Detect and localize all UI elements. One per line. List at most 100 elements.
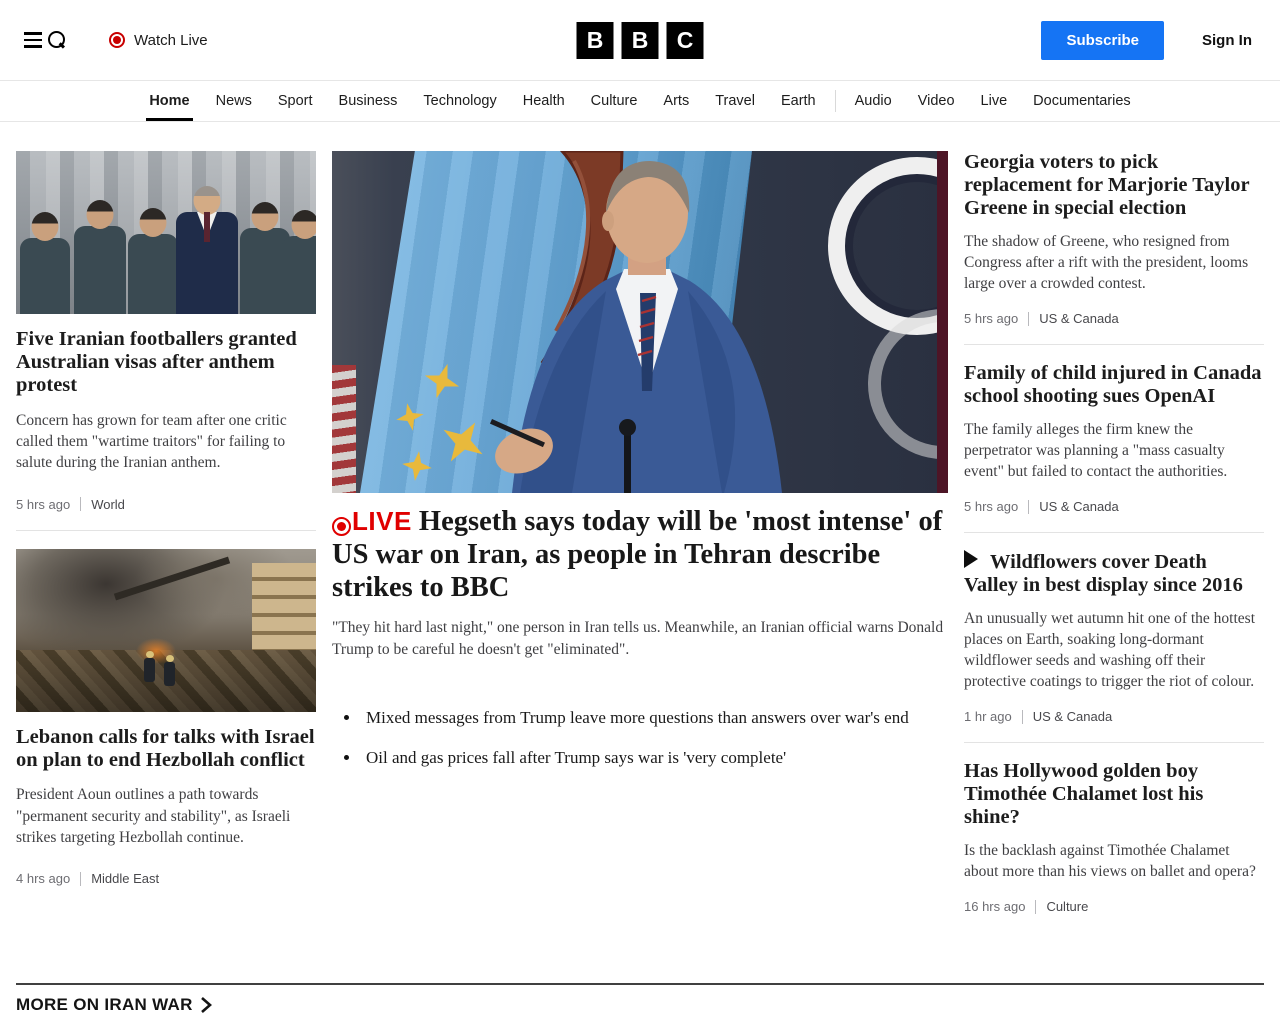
- live-headline: LIVE Hegseth says today will be 'most in…: [332, 506, 948, 604]
- nav-item-health[interactable]: Health: [510, 81, 578, 121]
- meta-divider: [1028, 312, 1029, 326]
- story-headline[interactable]: Wildflowers cover Death Valley in best d…: [964, 551, 1243, 596]
- story-card-footballers: Five Iranian footballers granted Austral…: [16, 151, 316, 512]
- nav-item-sport[interactable]: Sport: [265, 81, 326, 121]
- nav-item-business[interactable]: Business: [326, 81, 411, 121]
- live-headline-link[interactable]: Hegseth says today will be 'most intense…: [332, 506, 942, 603]
- story-card-wildflowers: Wildflowers cover Death Valley in best d…: [964, 550, 1264, 724]
- logo-block: B: [577, 22, 614, 59]
- watch-live-button[interactable]: Watch Live: [109, 32, 208, 49]
- story-summary: An unusually wet autumn hit one of the h…: [964, 608, 1264, 692]
- nav-item-documentaries[interactable]: Documentaries: [1020, 81, 1144, 121]
- search-icon: [47, 30, 67, 50]
- story-card-openai: Family of child injured in Canada school…: [964, 362, 1264, 514]
- live-icon: [332, 517, 351, 536]
- story-divider: [964, 532, 1264, 533]
- nav-item-home[interactable]: Home: [136, 81, 202, 121]
- timestamp: 5 hrs ago: [964, 499, 1018, 514]
- bbc-logo[interactable]: B B C: [577, 22, 704, 59]
- story-card-lebanon: Lebanon calls for talks with Israel on p…: [16, 549, 316, 887]
- logo-block: C: [667, 22, 704, 59]
- section-link[interactable]: World: [91, 497, 125, 512]
- center-column: LIVE Hegseth says today will be 'most in…: [332, 151, 948, 914]
- section-link[interactable]: US & Canada: [1039, 499, 1119, 514]
- timestamp: 4 hrs ago: [16, 871, 70, 886]
- story-summary: The shadow of Greene, who resigned from …: [964, 231, 1264, 294]
- story-card-georgia: Georgia voters to pick replacement for M…: [964, 151, 1264, 326]
- story-divider: [964, 344, 1264, 345]
- story-headline[interactable]: Georgia voters to pick replacement for M…: [964, 151, 1249, 219]
- section-divider: [16, 983, 1264, 985]
- story-summary: Concern has grown for team after one cri…: [16, 410, 316, 474]
- top-bar: Watch Live B B C Subscribe Sign In: [0, 0, 1280, 80]
- section-link[interactable]: US & Canada: [1033, 709, 1113, 724]
- microphone: [624, 435, 631, 493]
- timestamp: 5 hrs ago: [964, 311, 1018, 326]
- right-column: Georgia voters to pick replacement for M…: [964, 151, 1264, 914]
- story-meta: 1 hr ago US & Canada: [964, 709, 1264, 724]
- hamburger-icon: [24, 32, 42, 48]
- nav-item-video[interactable]: Video: [905, 81, 968, 121]
- story-meta: 4 hrs ago Middle East: [16, 871, 316, 886]
- story-headline[interactable]: Has Hollywood golden boy Timothée Chalam…: [964, 760, 1203, 828]
- section-link[interactable]: US & Canada: [1039, 311, 1119, 326]
- nav-item-audio[interactable]: Audio: [842, 81, 905, 121]
- story-headline[interactable]: Lebanon calls for talks with Israel on p…: [16, 726, 315, 771]
- meta-divider: [1035, 900, 1036, 914]
- live-badge: LIVE: [352, 506, 412, 536]
- nav-item-technology[interactable]: Technology: [410, 81, 509, 121]
- meta-divider: [80, 497, 81, 511]
- nav-divider: [835, 90, 836, 112]
- story-headline[interactable]: Family of child injured in Canada school…: [964, 362, 1262, 407]
- meta-divider: [1022, 710, 1023, 724]
- more-on-iran-war-section: MORE ON IRAN WAR BBC VERIFY: [0, 983, 1280, 1024]
- story-divider: [16, 530, 316, 531]
- section-link[interactable]: Middle East: [91, 871, 159, 886]
- live-story-card: LIVE Hegseth says today will be 'most in…: [332, 151, 948, 768]
- story-meta: 5 hrs ago US & Canada: [964, 311, 1264, 326]
- story-summary: Is the backlash against Timothée Chalame…: [964, 840, 1264, 882]
- story-summary: The family alleges the firm knew the per…: [964, 419, 1264, 482]
- story-card-chalamet: Has Hollywood golden boy Timothée Chalam…: [964, 760, 1264, 914]
- section-link[interactable]: Culture: [1046, 899, 1088, 914]
- watch-live-label: Watch Live: [134, 32, 208, 49]
- story-headline[interactable]: Five Iranian footballers granted Austral…: [16, 328, 297, 396]
- primary-nav: Home News Sport Business Technology Heal…: [0, 80, 1280, 122]
- speaker-figure: [472, 151, 812, 493]
- timestamp: 5 hrs ago: [16, 497, 70, 512]
- nav-item-culture[interactable]: Culture: [578, 81, 651, 121]
- live-dot-icon: [109, 32, 125, 48]
- logo-block: B: [622, 22, 659, 59]
- footballers-image[interactable]: [16, 151, 316, 314]
- related-bullets: Mixed messages from Trump leave more que…: [344, 707, 948, 769]
- more-on-iran-war-link[interactable]: MORE ON IRAN WAR: [16, 995, 212, 1015]
- pentagon-seal: [828, 157, 948, 335]
- meta-divider: [80, 872, 81, 886]
- bullet-link[interactable]: Mixed messages from Trump leave more que…: [366, 708, 909, 727]
- nav-item-travel[interactable]: Travel: [702, 81, 768, 121]
- hegseth-image[interactable]: [332, 151, 948, 493]
- story-meta: 16 hrs ago Culture: [964, 899, 1264, 914]
- sign-in-button[interactable]: Sign In: [1202, 32, 1252, 49]
- story-divider: [964, 742, 1264, 743]
- home-grid: Five Iranian footballers granted Austral…: [0, 122, 1280, 914]
- bullet-link[interactable]: Oil and gas prices fall after Trump says…: [366, 748, 786, 767]
- nav-item-live[interactable]: Live: [968, 81, 1021, 121]
- timestamp: 16 hrs ago: [964, 899, 1025, 914]
- nav-item-earth[interactable]: Earth: [768, 81, 829, 121]
- lebanon-image[interactable]: [16, 549, 316, 712]
- subscribe-button[interactable]: Subscribe: [1041, 21, 1164, 60]
- left-column: Five Iranian footballers granted Austral…: [16, 151, 316, 914]
- story-meta: 5 hrs ago US & Canada: [964, 499, 1264, 514]
- live-summary: "They hit hard last night," one person i…: [332, 617, 948, 660]
- chevron-right-icon: [200, 997, 212, 1013]
- play-icon: [964, 550, 978, 568]
- nav-item-arts[interactable]: Arts: [650, 81, 702, 121]
- story-meta: 5 hrs ago World: [16, 497, 316, 512]
- story-summary: President Aoun outlines a path towards "…: [16, 784, 316, 848]
- timestamp: 1 hr ago: [964, 709, 1012, 724]
- nav-item-news[interactable]: News: [203, 81, 265, 121]
- meta-divider: [1028, 500, 1029, 514]
- menu-search-button[interactable]: [24, 30, 67, 50]
- section-title: MORE ON IRAN WAR: [16, 995, 193, 1015]
